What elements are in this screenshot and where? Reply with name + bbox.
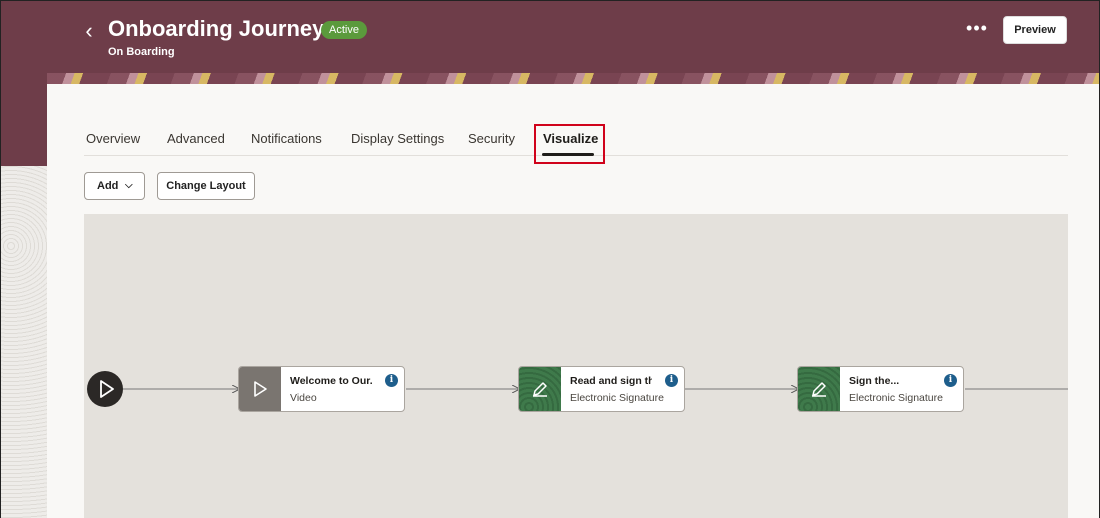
node-title: Read and sign the... [570, 375, 652, 387]
change-layout-button[interactable]: Change Layout [157, 172, 255, 200]
node-title: Welcome to Our... [290, 375, 372, 387]
flow-node[interactable]: Read and sign the... Electronic Signatur… [518, 366, 685, 412]
flow-canvas[interactable]: Welcome to Our... Video i Read and sign … [84, 214, 1068, 518]
info-icon[interactable]: i [944, 374, 957, 387]
info-icon[interactable]: i [665, 374, 678, 387]
background-texture [1, 166, 47, 518]
flow-node[interactable]: Welcome to Our... Video i [238, 366, 405, 412]
status-badge: Active [321, 21, 367, 39]
play-circle-icon [100, 380, 114, 398]
pen-icon [519, 367, 561, 411]
tab-highlight-box [534, 124, 605, 164]
info-icon[interactable]: i [385, 374, 398, 387]
node-title: Sign the... [849, 375, 900, 387]
more-icon[interactable]: ••• [964, 19, 990, 41]
tab-overview[interactable]: Overview [86, 131, 140, 146]
page-title: Onboarding Journey [108, 16, 325, 41]
node-type: Video [290, 392, 317, 404]
page-subtitle: On Boarding [108, 46, 175, 58]
main-card: Overview Advanced Notifications Display … [47, 84, 1099, 518]
add-button-label: Add [97, 180, 119, 192]
node-type: Electronic Signature [570, 392, 664, 404]
flow-node[interactable]: Sign the... Electronic Signature i [797, 366, 964, 412]
add-button[interactable]: Add ⌵ [84, 172, 145, 200]
play-icon [239, 367, 281, 411]
chevron-down-icon: ⌵ [125, 180, 133, 191]
pen-icon [798, 367, 840, 411]
start-play-icon[interactable] [87, 371, 123, 407]
preview-button[interactable]: Preview [1003, 16, 1067, 44]
tab-security[interactable]: Security [468, 131, 515, 146]
tab-notifications[interactable]: Notifications [251, 131, 322, 146]
tab-advanced[interactable]: Advanced [167, 131, 225, 146]
node-type: Electronic Signature [849, 392, 943, 404]
back-icon[interactable]: ‹ [79, 19, 99, 43]
tab-display-settings[interactable]: Display Settings [351, 131, 444, 146]
